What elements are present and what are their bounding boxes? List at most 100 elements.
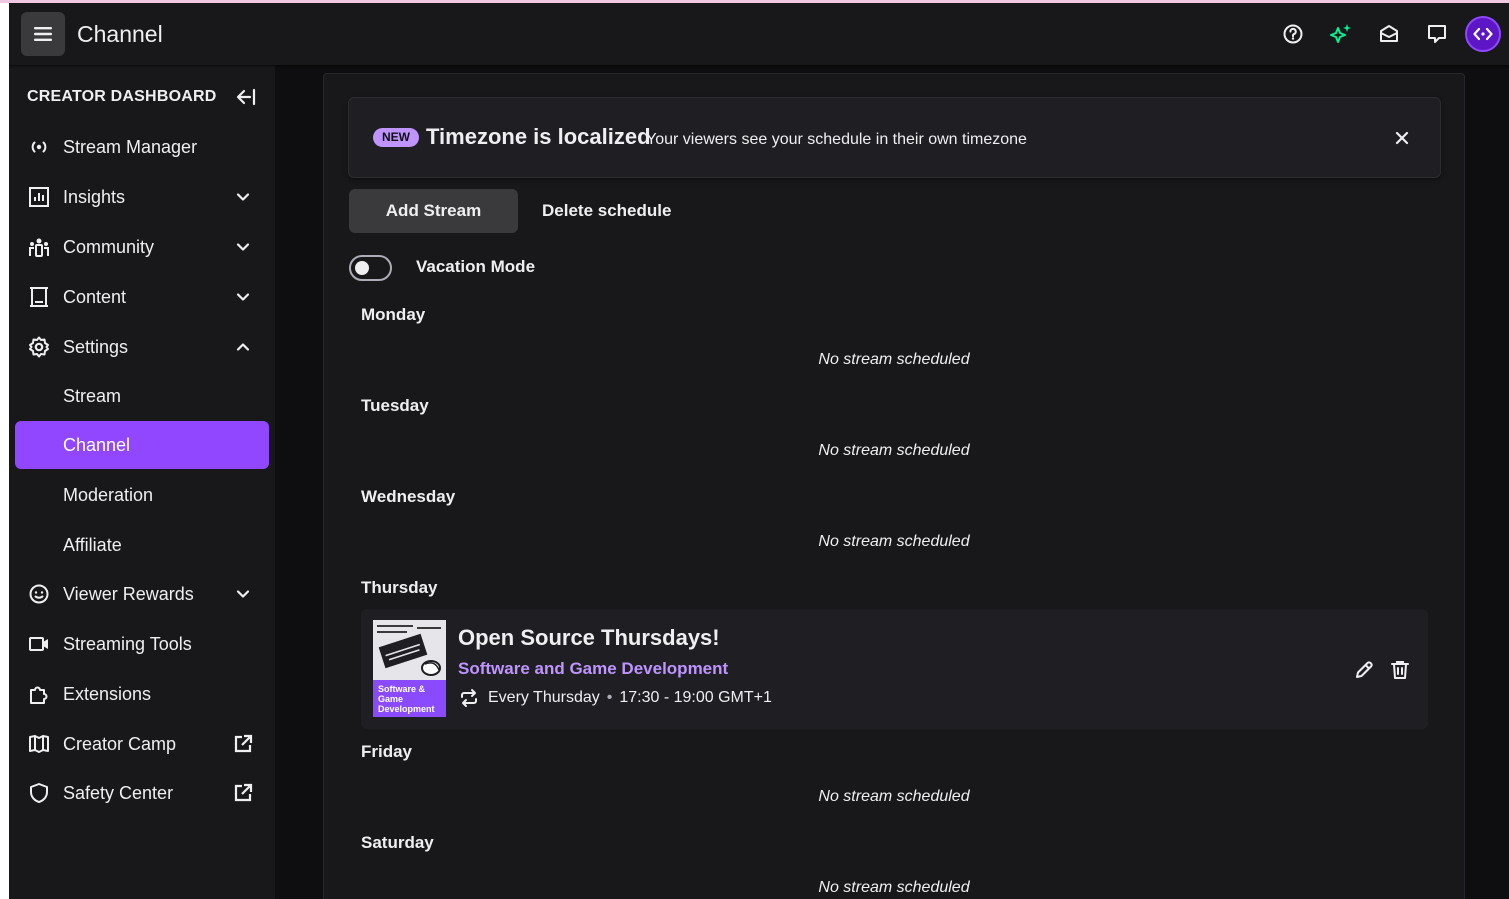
vacation-mode-toggle[interactable] bbox=[349, 255, 392, 281]
extensions-icon bbox=[27, 682, 51, 706]
banner-title: Timezone is localized bbox=[426, 124, 651, 149]
sidebar-item-stream[interactable]: Stream bbox=[15, 372, 269, 420]
help-icon bbox=[1283, 24, 1303, 44]
sidebar-item-label: Creator Camp bbox=[63, 733, 177, 754]
close-banner-button[interactable] bbox=[1390, 126, 1414, 150]
external-link-icon bbox=[231, 732, 255, 756]
app-window: Channel CREATOR DASHBOARD Stream Manager… bbox=[9, 3, 1509, 899]
no-stream-text: No stream scheduled bbox=[818, 533, 970, 550]
delete-schedule-button[interactable]: Delete schedule bbox=[528, 189, 685, 233]
main-content: NEW Timezone is localized Your viewers s… bbox=[275, 65, 1509, 899]
close-icon bbox=[1395, 131, 1409, 145]
sidebar-item-label: Stream Manager bbox=[63, 136, 198, 157]
page-title: Channel bbox=[77, 21, 163, 47]
chevron-down-icon bbox=[231, 582, 255, 606]
timezone-banner: NEW Timezone is localized Your viewers s… bbox=[348, 97, 1441, 178]
whispers-icon bbox=[1428, 25, 1446, 43]
whispers-button[interactable] bbox=[1413, 12, 1461, 56]
sidebar-item-stream-manager[interactable]: Stream Manager bbox=[15, 123, 269, 171]
no-stream-text: No stream scheduled bbox=[818, 879, 970, 896]
sparkle-icon bbox=[1330, 24, 1351, 43]
pencil-icon bbox=[1356, 661, 1373, 678]
edit-stream-button[interactable] bbox=[1352, 658, 1376, 682]
day-label-saturday: Saturday bbox=[361, 833, 434, 852]
sidebar-item-label: Moderation bbox=[63, 484, 154, 505]
shield-icon bbox=[27, 781, 51, 805]
meta-separator: • bbox=[606, 689, 613, 706]
sidebar-item-label: Insights bbox=[63, 186, 126, 207]
stream-segment-card: Software & Game Development Open Source … bbox=[361, 609, 1428, 729]
sidebar-item-label: Extensions bbox=[63, 683, 152, 704]
stream-title: Open Source Thursdays! bbox=[458, 625, 720, 650]
rewards-icon bbox=[27, 582, 51, 606]
sidebar-item-label: Content bbox=[63, 286, 127, 307]
avatar[interactable] bbox=[1465, 16, 1501, 52]
top-bar: Channel bbox=[9, 3, 1509, 65]
book-icon bbox=[27, 732, 51, 756]
thumbnail-artwork bbox=[373, 620, 446, 680]
broadcast-icon bbox=[27, 135, 51, 159]
sidebar-item-label: Safety Center bbox=[63, 782, 174, 803]
chevron-up-icon bbox=[231, 335, 255, 359]
toggle-knob bbox=[355, 261, 369, 275]
sidebar-item-label: Settings bbox=[63, 336, 129, 357]
no-stream-text: No stream scheduled bbox=[818, 788, 970, 805]
chevron-down-icon bbox=[231, 285, 255, 309]
vacation-mode-label: Vacation Mode bbox=[416, 257, 536, 276]
day-label-tuesday: Tuesday bbox=[361, 396, 429, 415]
delete-stream-button[interactable] bbox=[1388, 658, 1412, 682]
stream-time: 17:30 - 19:00 GMT+1 bbox=[619, 689, 772, 706]
sidebar-item-label: Stream bbox=[63, 385, 122, 406]
collapse-left-icon bbox=[236, 88, 256, 106]
chevron-down-icon bbox=[231, 235, 255, 259]
trash-icon bbox=[1391, 661, 1409, 679]
sidebar-item-community[interactable]: Community bbox=[15, 223, 269, 271]
sidebar-item-extensions[interactable]: Extensions bbox=[15, 670, 269, 718]
schedule-panel: NEW Timezone is localized Your viewers s… bbox=[323, 73, 1465, 899]
insights-icon bbox=[27, 185, 51, 209]
sidebar-item-settings[interactable]: Settings bbox=[15, 323, 269, 371]
repeat-icon bbox=[458, 687, 480, 709]
external-link-icon bbox=[231, 781, 255, 805]
stream-schedule-info: Every Thursday • 17:30 - 19:00 GMT+1 bbox=[458, 687, 772, 709]
sidebar-item-content[interactable]: Content bbox=[15, 273, 269, 321]
new-badge: NEW bbox=[373, 128, 419, 147]
category-thumbnail: Software & Game Development bbox=[373, 620, 446, 717]
thumbnail-text: Software & Game Development bbox=[378, 684, 435, 714]
no-stream-text: No stream scheduled bbox=[818, 442, 970, 459]
collapse-sidebar-button[interactable] bbox=[233, 84, 259, 110]
sidebar-item-label: Community bbox=[63, 236, 155, 257]
menu-button[interactable] bbox=[21, 12, 65, 56]
day-label-monday: Monday bbox=[361, 305, 426, 324]
sidebar-item-label: Channel bbox=[63, 434, 131, 455]
sidebar-item-label: Viewer Rewards bbox=[63, 583, 194, 604]
day-label-wednesday: Wednesday bbox=[361, 487, 456, 506]
sparkle-button[interactable] bbox=[1317, 12, 1365, 56]
community-icon bbox=[27, 235, 51, 259]
sidebar-item-insights[interactable]: Insights bbox=[15, 173, 269, 221]
sidebar-item-moderation[interactable]: Moderation bbox=[15, 471, 269, 519]
inbox-icon bbox=[1380, 25, 1398, 42]
code-icon bbox=[1473, 27, 1493, 41]
camera-icon bbox=[27, 632, 51, 656]
stream-category[interactable]: Software and Game Development bbox=[458, 659, 728, 679]
top-bar-actions bbox=[1269, 12, 1509, 56]
day-label-thursday: Thursday bbox=[361, 578, 438, 597]
sidebar-item-creator-camp[interactable]: Creator Camp bbox=[15, 720, 269, 768]
sidebar: CREATOR DASHBOARD Stream Manager Insight… bbox=[9, 65, 275, 899]
sidebar-item-streaming-tools[interactable]: Streaming Tools bbox=[15, 620, 269, 668]
add-stream-button[interactable]: Add Stream bbox=[349, 189, 518, 233]
sidebar-heading: CREATOR DASHBOARD bbox=[27, 88, 217, 105]
stream-recurrence: Every Thursday bbox=[488, 689, 600, 706]
sidebar-item-viewer-rewards[interactable]: Viewer Rewards bbox=[15, 570, 269, 618]
sidebar-item-channel[interactable]: Channel bbox=[15, 421, 269, 469]
inbox-button[interactable] bbox=[1365, 12, 1413, 56]
banner-text: Your viewers see your schedule in their … bbox=[646, 131, 1027, 148]
menu-icon bbox=[34, 27, 52, 41]
sidebar-item-label: Affiliate bbox=[63, 534, 122, 555]
sidebar-item-safety-center[interactable]: Safety Center bbox=[15, 769, 269, 817]
sidebar-item-affiliate[interactable]: Affiliate bbox=[15, 521, 269, 569]
settings-icon bbox=[27, 335, 51, 359]
help-button[interactable] bbox=[1269, 12, 1317, 56]
content-icon bbox=[27, 285, 51, 309]
